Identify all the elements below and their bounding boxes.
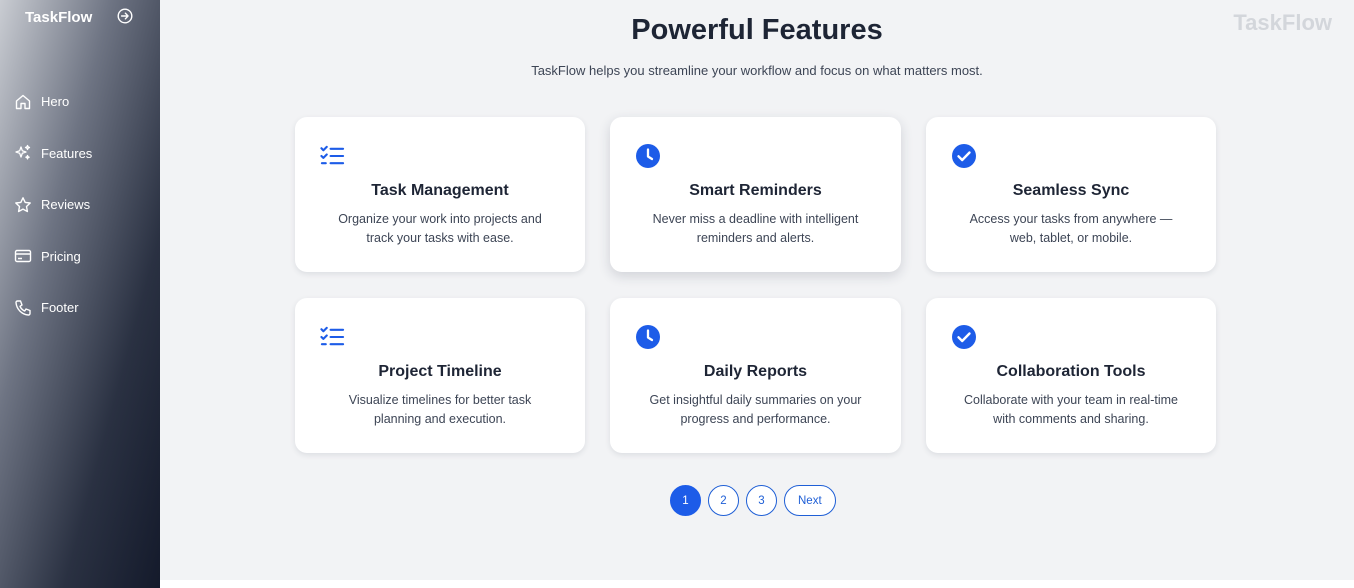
sidebar-item-features[interactable]: Features <box>0 128 160 180</box>
feature-title: Smart Reminders <box>689 182 822 199</box>
phone-icon <box>14 299 32 317</box>
clock-icon <box>635 143 660 168</box>
feature-description: Never miss a deadline with intelligent r… <box>652 212 859 245</box>
star-icon <box>14 196 32 214</box>
sidebar-item-footer[interactable]: Footer <box>0 282 160 334</box>
page-button-1[interactable]: 1 <box>670 485 701 516</box>
sidebar-item-label: Footer <box>41 300 79 316</box>
feature-card: Seamless Sync Access your tasks from any… <box>926 117 1216 272</box>
feature-description: Visualize timelines for better task plan… <box>348 393 532 426</box>
sidebar-brand: TaskFlow <box>25 9 93 26</box>
task-list-icon <box>320 143 345 168</box>
feature-title: Project Timeline <box>378 363 502 380</box>
feature-card: Smart Reminders Never miss a deadline wi… <box>610 117 901 272</box>
feature-card: Daily Reports Get insightful daily summa… <box>610 298 901 453</box>
feature-card: Project Timeline Visualize timelines for… <box>295 298 585 453</box>
check-circle-icon <box>951 143 976 168</box>
credit-card-icon <box>14 247 32 265</box>
pagination: 1 2 3 Next <box>670 485 836 516</box>
feature-title: Collaboration Tools <box>996 363 1146 380</box>
feature-description: Get insightful daily summaries on your p… <box>649 393 862 426</box>
sidebar-item-label: Features <box>41 145 93 161</box>
sidebar-item-hero[interactable]: Hero <box>0 76 160 128</box>
collapse-sidebar-button[interactable] <box>116 7 134 25</box>
feature-description: Organize your work into projects and tra… <box>338 212 542 245</box>
page-button-3[interactable]: 3 <box>746 485 777 516</box>
sidebar: TaskFlow Hero Features Reviews Pricing F… <box>0 0 160 588</box>
page-button-2[interactable]: 2 <box>708 485 739 516</box>
sidebar-item-pricing[interactable]: Pricing <box>0 231 160 283</box>
task-list-icon <box>320 324 345 349</box>
features-grid: Task Management Organize your work into … <box>295 117 1216 453</box>
features-section: TaskFlow Powerful Features TaskFlow help… <box>160 0 1354 580</box>
feature-description: Collaborate with your team in real-time … <box>964 393 1178 426</box>
feature-title: Task Management <box>371 182 509 199</box>
page-subtitle: TaskFlow helps you streamline your workf… <box>531 63 983 78</box>
sidebar-nav: Hero Features Reviews Pricing Footer <box>0 76 160 334</box>
sparkles-icon <box>14 144 32 162</box>
sidebar-item-label: Pricing <box>41 248 81 264</box>
feature-card: Task Management Organize your work into … <box>295 117 585 272</box>
feature-card: Collaboration Tools Collaborate with you… <box>926 298 1216 453</box>
feature-description: Access your tasks from anywhere — web, t… <box>969 212 1173 245</box>
check-circle-icon <box>951 324 976 349</box>
feature-title: Seamless Sync <box>1012 182 1130 199</box>
sidebar-item-reviews[interactable]: Reviews <box>0 179 160 231</box>
feature-title: Daily Reports <box>703 363 808 380</box>
page-title: Powerful Features <box>631 14 883 46</box>
clock-icon <box>635 324 660 349</box>
sidebar-item-label: Reviews <box>41 197 91 213</box>
next-page-button[interactable]: Next <box>784 485 836 516</box>
sidebar-item-label: Hero <box>41 94 70 110</box>
home-icon <box>14 93 32 111</box>
arrow-right-circle-icon <box>117 8 133 24</box>
